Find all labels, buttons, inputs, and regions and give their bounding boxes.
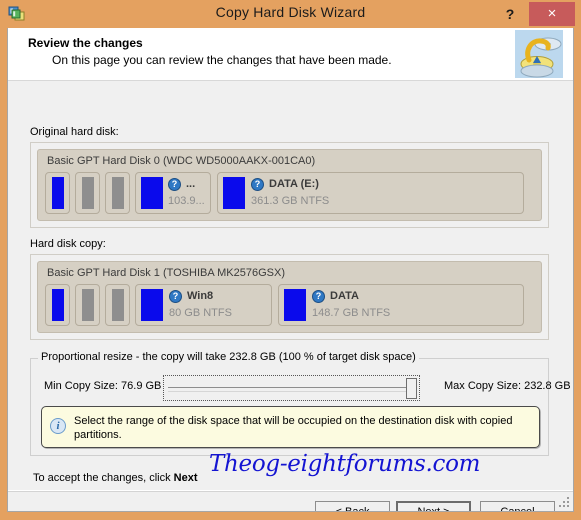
disk-copy-illustration-icon	[515, 30, 563, 78]
info-banner-text: Select the range of the disk space that …	[74, 415, 513, 441]
partition-bar	[52, 177, 64, 209]
title-bar: Copy Hard Disk Wizard ? ×	[0, 0, 581, 28]
wizard-header: Review the changes On this page you can …	[8, 28, 573, 81]
table-row[interactable]: ? DATA 148.7 GB NTFS	[278, 284, 524, 326]
info-icon: i	[50, 418, 66, 434]
help-button[interactable]: ?	[497, 2, 523, 26]
copy-disk-partition-row: ? Win8 80 GB NTFS ? DATA 148.7 GB NTFS	[45, 284, 534, 326]
max-copy-size-label: Max Copy Size: 232.8 GB	[444, 380, 571, 392]
original-disk-label: Original hard disk:	[30, 126, 119, 138]
cancel-button[interactable]: Cancel	[480, 501, 555, 511]
partition-bar	[112, 289, 124, 321]
proportional-resize-legend: Proportional resize - the copy will take…	[38, 351, 419, 363]
partition-bar	[52, 289, 64, 321]
copy-disk-panel: Basic GPT Hard Disk 1 (TOSHIBA MK2576GSX…	[30, 254, 549, 340]
partition-bar	[112, 177, 124, 209]
partition-bar	[223, 177, 245, 209]
copy-disk-label: Hard disk copy:	[30, 238, 106, 250]
next-button[interactable]: Next >	[396, 501, 471, 511]
partition-name: Win8	[187, 290, 214, 302]
partition-name: DATA	[330, 290, 359, 302]
resize-grip[interactable]	[558, 496, 571, 509]
slider-thumb[interactable]	[406, 378, 417, 399]
question-mark-icon: ?	[312, 290, 325, 303]
accept-instruction: To accept the changes, click Next	[33, 472, 197, 484]
partition-bar	[82, 289, 94, 321]
copy-disk-title: Basic GPT Hard Disk 1 (TOSHIBA MK2576GSX…	[47, 267, 286, 279]
partition-name: ...	[186, 178, 196, 190]
min-copy-size-label: Min Copy Size: 76.9 GB	[44, 380, 162, 392]
table-row[interactable]	[45, 284, 70, 326]
table-row[interactable]	[105, 284, 130, 326]
partition-size: 148.7 GB NTFS	[312, 307, 391, 319]
copy-size-slider[interactable]	[163, 375, 420, 401]
table-row[interactable]: ? Win8 80 GB NTFS	[135, 284, 272, 326]
slider-track	[168, 387, 414, 392]
partition-size: 361.3 GB NTFS	[251, 195, 330, 207]
original-disk-partition-row: ? ... 103.9... ? DATA (E:) 361.3 GB NTFS	[45, 172, 534, 214]
question-mark-icon: ?	[169, 290, 182, 303]
copy-disk-box: Basic GPT Hard Disk 1 (TOSHIBA MK2576GSX…	[37, 261, 542, 333]
question-mark-icon: ?	[251, 178, 264, 191]
original-disk-panel: Basic GPT Hard Disk 0 (WDC WD5000AAKX-00…	[30, 142, 549, 228]
page-subtitle: On this page you can review the changes …	[52, 53, 392, 67]
original-disk-box: Basic GPT Hard Disk 0 (WDC WD5000AAKX-00…	[37, 149, 542, 221]
partition-size: 80 GB NTFS	[169, 307, 232, 319]
back-button[interactable]: < Back	[315, 501, 390, 511]
question-mark-icon: ?	[168, 178, 181, 191]
table-row[interactable]	[75, 172, 100, 214]
table-row[interactable]: ? ... 103.9...	[135, 172, 211, 214]
accept-instruction-bold: Next	[173, 472, 198, 484]
copy-hard-disk-wizard-window: Copy Hard Disk Wizard ? × Review the cha…	[0, 0, 581, 520]
partition-name: DATA (E:)	[269, 178, 319, 190]
client-area: Review the changes On this page you can …	[7, 28, 574, 512]
partition-bar	[141, 289, 163, 321]
info-banner: i Select the range of the disk space tha…	[41, 406, 540, 448]
footer-button-bar: < Back Next > Cancel	[8, 492, 573, 511]
table-row[interactable]	[45, 172, 70, 214]
table-row[interactable]	[75, 284, 100, 326]
page-title: Review the changes	[28, 36, 143, 50]
original-disk-title: Basic GPT Hard Disk 0 (WDC WD5000AAKX-00…	[47, 155, 316, 167]
window-title: Copy Hard Disk Wizard	[215, 4, 366, 20]
accept-instruction-prefix: To accept the changes, click	[33, 472, 174, 484]
partition-bar	[141, 177, 163, 209]
watermark-text: Theog-eightforums.com	[209, 451, 481, 477]
partition-bar	[82, 177, 94, 209]
partition-bar	[284, 289, 306, 321]
table-row[interactable]: ? DATA (E:) 361.3 GB NTFS	[217, 172, 524, 214]
table-row[interactable]	[105, 172, 130, 214]
close-button[interactable]: ×	[529, 2, 575, 26]
partition-size: 103.9...	[168, 195, 205, 207]
